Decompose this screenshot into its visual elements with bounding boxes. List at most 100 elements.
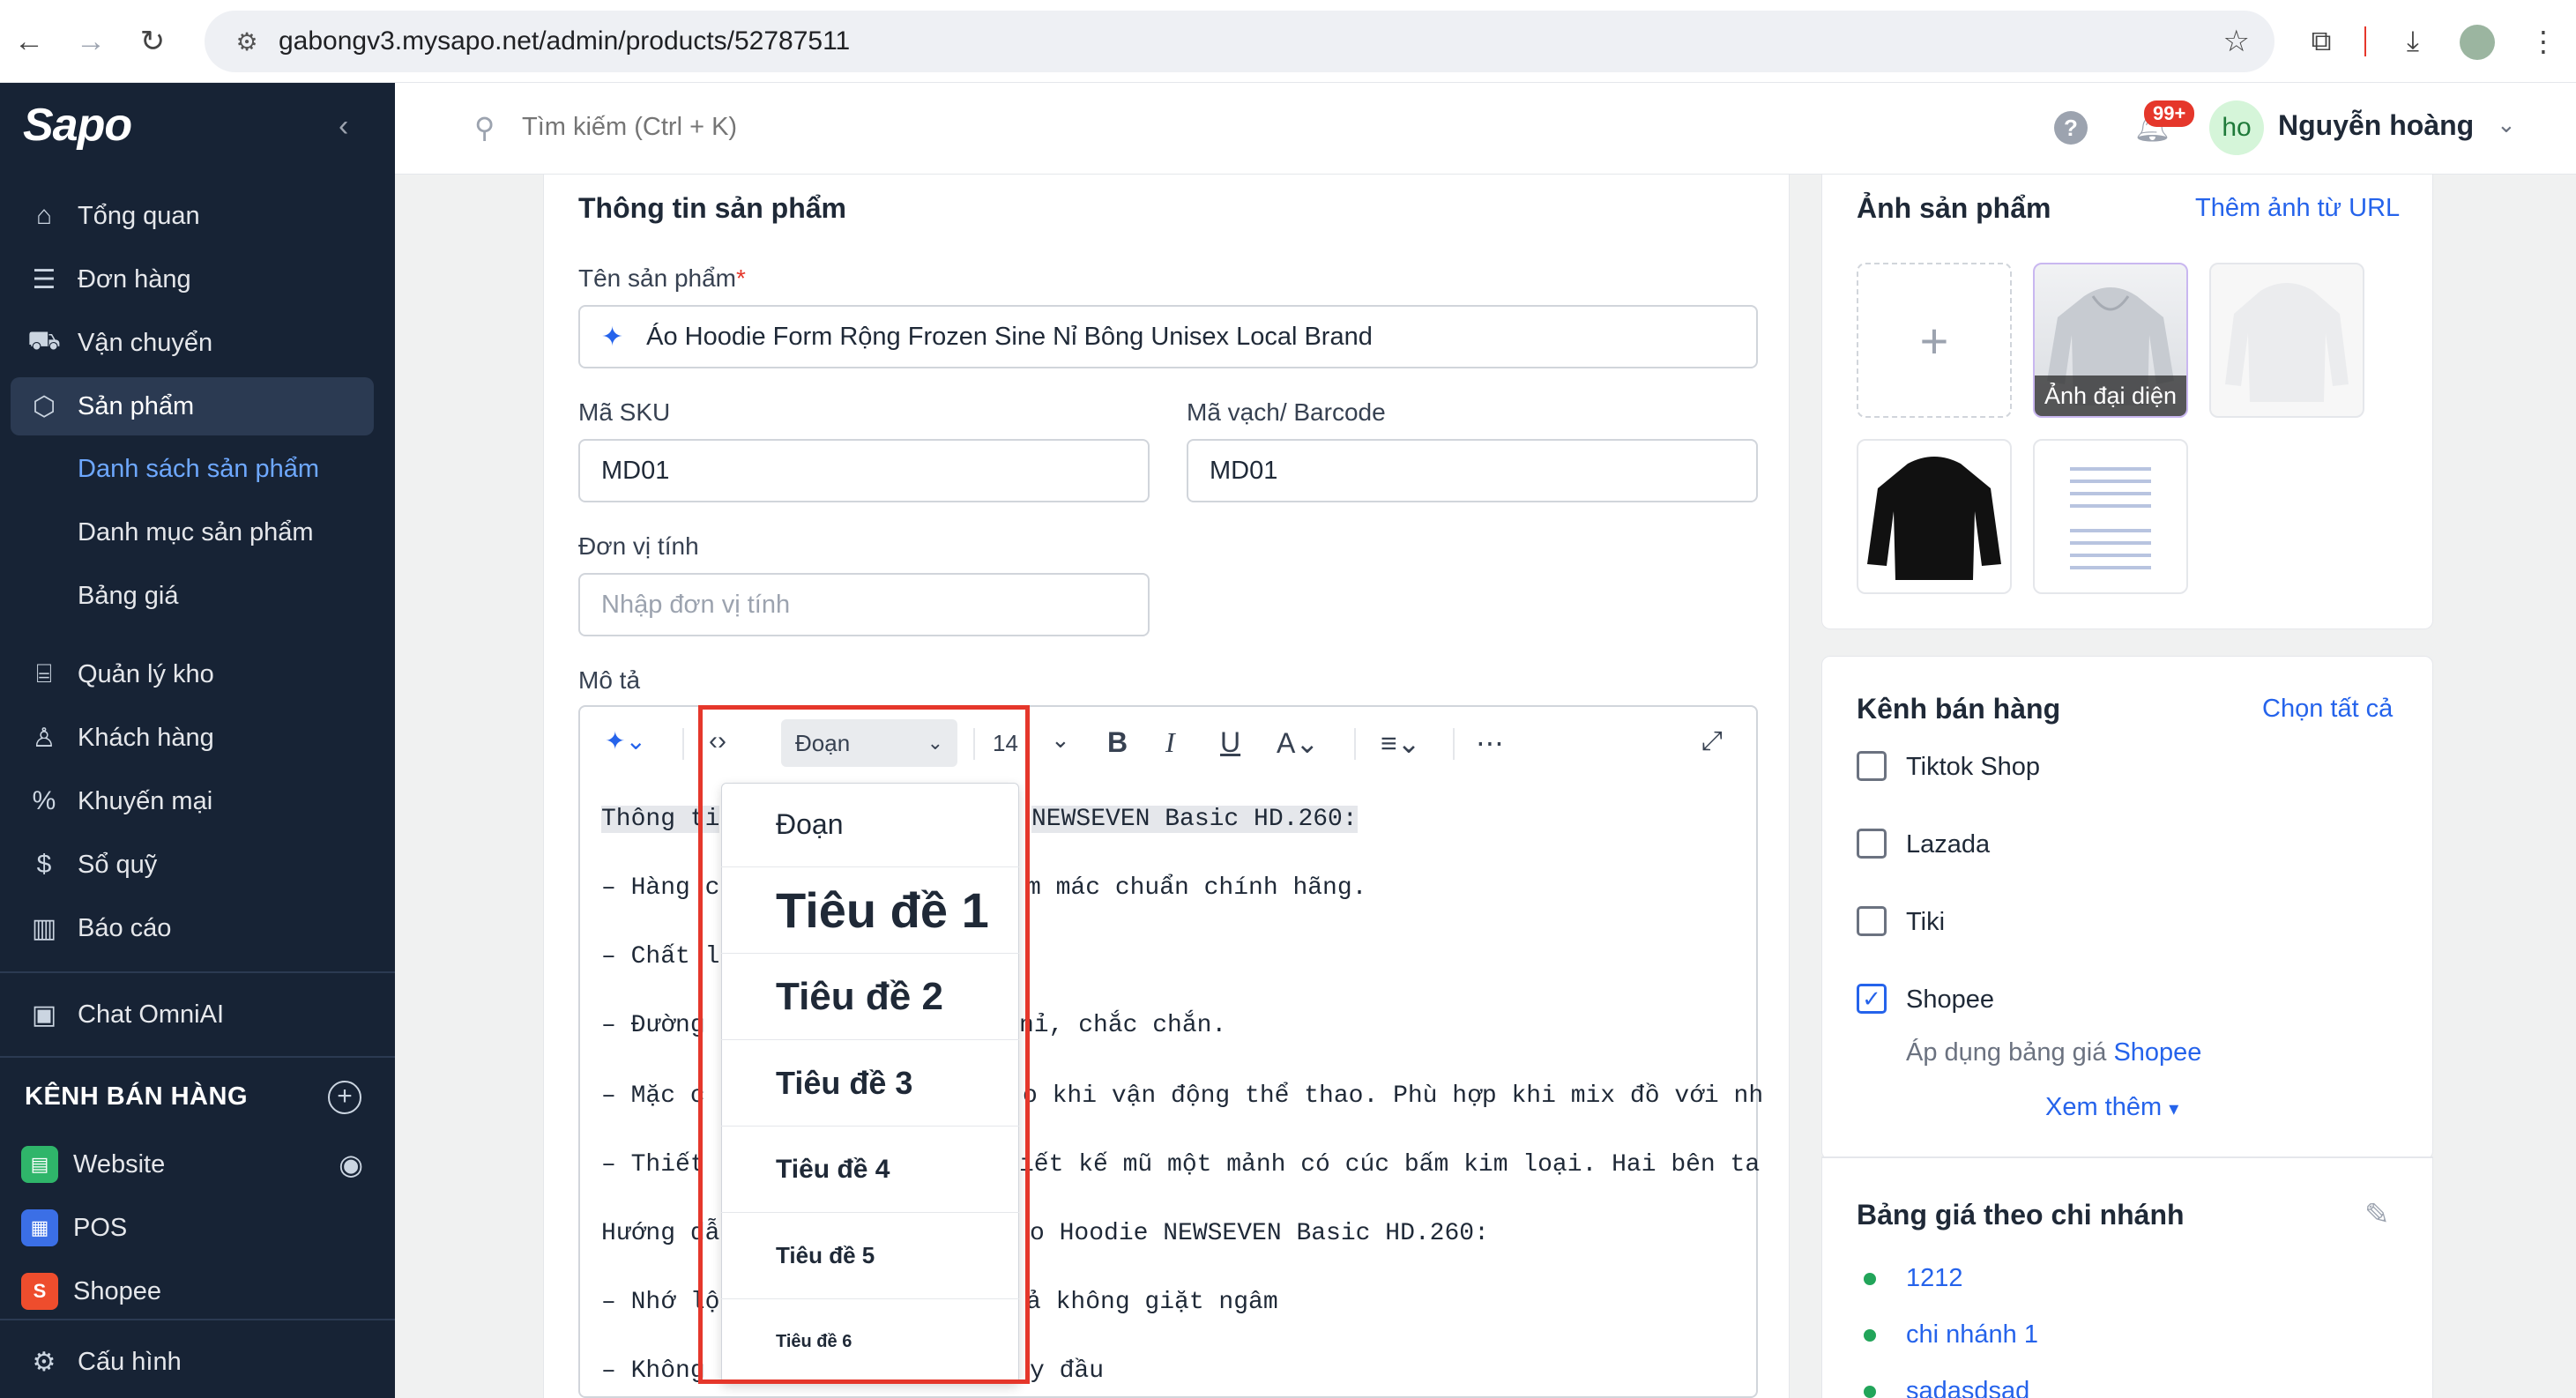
checkbox-tiktok-shop[interactable] [1857, 751, 1887, 781]
user-icon: ♙ [32, 723, 56, 753]
barcode-input[interactable]: MD01 [1187, 439, 1758, 502]
user-name[interactable]: Nguyễn hoàng [2278, 109, 2474, 142]
sapo-logo[interactable]: Sapo [23, 99, 132, 152]
sidebar-channel-website[interactable]: ▤ Website ◉ [11, 1135, 374, 1194]
box-icon: ⬡ [32, 391, 56, 421]
website-icon: ▤ [21, 1146, 58, 1183]
sidebar-item-omniai[interactable]: ▣ Chat OmniAI [11, 985, 374, 1044]
add-channel-icon[interactable]: + [328, 1081, 361, 1114]
download-icon[interactable]: ⤓ [2391, 19, 2435, 63]
eye-icon[interactable]: ◉ [339, 1148, 363, 1181]
toolbar-divider [1453, 728, 1455, 760]
extensions-icon[interactable]: ⧉ [2299, 19, 2343, 63]
product-name-input[interactable]: ✦ Áo Hoodie Form Rộng Frozen Sine Nỉ Bôn… [578, 305, 1758, 368]
sidebar-item-label: Quản lý kho [78, 659, 214, 688]
editor-line: o khi vận động thể thao. Phù hợp khi mix… [1023, 1082, 1764, 1110]
sidebar-item-reports[interactable]: ▥ Báo cáo [11, 899, 374, 957]
collapse-sidebar-icon[interactable]: ‹ [339, 109, 348, 144]
pricebook-item[interactable]: sadasdsad [1906, 1377, 2029, 1398]
editor-line: o Hoodie NEWSEVEN Basic HD.260: [1030, 1220, 1489, 1247]
sidebar-channel-shopee[interactable]: S Shopee [11, 1262, 374, 1320]
product-image-4[interactable] [2033, 439, 2188, 594]
chevron-down-icon[interactable]: ⌄ [2497, 111, 2516, 138]
highlight-box [698, 705, 1030, 1384]
orders-icon: ☰ [32, 264, 56, 294]
forward-icon[interactable]: → [69, 19, 113, 63]
white-hoodie-image [2225, 283, 2349, 402]
product-image-3[interactable] [1857, 439, 2012, 594]
main-image-label: Ảnh đại diện [2035, 376, 2186, 416]
sidebar-item-orders[interactable]: ☰ Đơn hàng [11, 250, 374, 309]
editor-line: m mác chuẩn chính hãng. [1026, 874, 1367, 902]
pricebook-title: Bảng giá theo chi nhánh [1857, 1199, 2185, 1231]
sku-input[interactable]: MD01 [578, 439, 1150, 502]
sidebar-subitem-product-category[interactable]: Danh mục sản phẩm [78, 518, 314, 547]
bold-icon[interactable]: B [1107, 726, 1128, 759]
bookmark-star-icon[interactable]: ☆ [2223, 24, 2250, 59]
show-more-text: Xem thêm [2045, 1093, 2163, 1121]
reload-icon[interactable]: ↻ [130, 19, 175, 63]
align-icon[interactable]: ≡⌄ [1381, 726, 1420, 760]
product-image-2[interactable] [2209, 263, 2364, 418]
sidebar-item-inventory[interactable]: ⌸ Quản lý kho [11, 645, 374, 703]
select-all-link[interactable]: Chọn tất cả [2262, 695, 2393, 724]
channel-label: Tiktok Shop [1906, 753, 2041, 781]
sidebar-divider [0, 971, 395, 973]
address-bar[interactable]: ⚙ gabongv3.mysapo.net/admin/products/527… [205, 11, 2274, 72]
pricebook-item[interactable]: 1212 [1906, 1264, 1963, 1293]
sku-label: Mã SKU [578, 398, 671, 426]
font-size-chevron-icon[interactable]: ⌄ [1051, 726, 1070, 754]
unit-input[interactable]: Nhập đơn vị tính [578, 573, 1150, 636]
gear-icon: ⚙ [32, 1347, 56, 1377]
show-more-link[interactable]: Xem thêm ▾ [2045, 1093, 2178, 1122]
sidebar-item-cashbook[interactable]: $ Sổ quỹ [11, 836, 374, 894]
add-image-url-link[interactable]: Thêm ảnh từ URL [2195, 194, 2400, 223]
pricebook-item[interactable]: chi nhánh 1 [1906, 1320, 2038, 1350]
underline-icon[interactable]: U [1220, 726, 1240, 759]
product-image-main[interactable]: Ảnh đại diện [2033, 263, 2188, 418]
channels-title: Kênh bán hàng [1857, 693, 2061, 725]
sidebar-item-customers[interactable]: ♙ Khách hàng [11, 709, 374, 767]
sidebar-item-promotions[interactable]: % Khuyến mại [11, 772, 374, 830]
sidebar-item-settings[interactable]: ⚙ Cấu hình [11, 1333, 374, 1391]
sidebar-item-label: Cấu hình [78, 1347, 182, 1376]
editor-line: ả không giặt ngâm [1026, 1289, 1278, 1316]
toolbar-divider [2364, 26, 2366, 56]
channel-label: Tiki [1906, 908, 1946, 936]
checkbox-shopee[interactable] [1857, 984, 1887, 1014]
menu-kebab-icon[interactable]: ⋮ [2521, 19, 2565, 63]
label-text: Tên sản phẩm [578, 264, 736, 292]
checkbox-tiki[interactable] [1857, 906, 1887, 936]
chart-icon: ▥ [31, 913, 57, 943]
sidebar-item-label: Khuyến mại [78, 786, 213, 815]
checkbox-lazada[interactable] [1857, 829, 1887, 859]
ai-sparkle-icon[interactable]: ✦ [601, 322, 623, 353]
status-dot [1864, 1386, 1876, 1398]
help-icon[interactable]: ? [2054, 111, 2088, 145]
truck-icon: ⛟ [27, 326, 61, 355]
sidebar-item-overview[interactable]: ⌂ Tổng quan [11, 187, 374, 245]
sidebar-item-products[interactable]: ⬡ Sản phẩm [11, 377, 374, 435]
back-icon[interactable]: ← [7, 19, 51, 63]
more-horizontal-icon[interactable]: ⋯ [1476, 726, 1504, 760]
profile-avatar-icon[interactable] [2460, 25, 2495, 60]
ai-sparkle-icon[interactable]: ✦⌄ [605, 726, 646, 755]
discount-icon: % [32, 786, 56, 815]
avatar[interactable]: ho [2209, 100, 2264, 155]
text-color-icon[interactable]: A⌄ [1277, 726, 1319, 760]
sidebar-item-shipping[interactable]: ⛟ Vận chuyển [11, 314, 374, 372]
edit-pencil-icon[interactable]: ✎ [2364, 1197, 2390, 1232]
add-image-button[interactable]: + [1857, 263, 2012, 418]
fullscreen-icon[interactable]: ⤢ [1701, 726, 1723, 756]
site-settings-icon[interactable]: ⚙ [220, 27, 273, 56]
sidebar-subitem-product-list[interactable]: Danh sách sản phẩm [78, 455, 319, 484]
sidebar-subitem-pricebook[interactable]: Bảng giá [78, 582, 179, 611]
section-title: Thông tin sản phẩm [578, 192, 846, 224]
editor-line: iết kế mũ một mảnh có cúc bấm kim loại. … [1019, 1151, 1761, 1179]
search-input[interactable] [522, 109, 1139, 145]
search-icon: ⚲ [474, 112, 495, 144]
editor-line: y đầu [1030, 1357, 1105, 1385]
italic-icon[interactable]: I [1165, 726, 1175, 759]
sidebar-channel-pos[interactable]: ▦ POS [11, 1199, 374, 1257]
apply-pricebook-link[interactable]: Shopee [2113, 1038, 2201, 1067]
